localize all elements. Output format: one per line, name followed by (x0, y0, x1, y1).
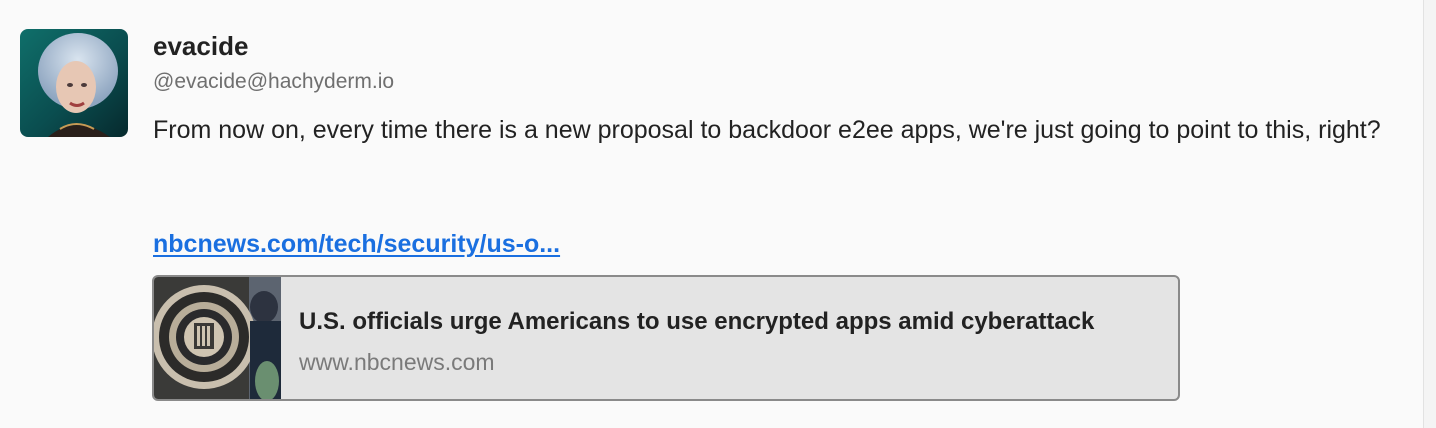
post-link[interactable]: nbcnews.com/tech/security/us-o... (153, 226, 560, 262)
status-post: evacide @evacide@hachyderm.io From now o… (0, 0, 1436, 428)
avatar[interactable] (20, 29, 128, 137)
author-display-name[interactable]: evacide (153, 30, 248, 62)
author-handle[interactable]: @evacide@hachyderm.io (153, 68, 394, 96)
scrollbar[interactable] (1423, 0, 1436, 428)
card-domain: www.nbcnews.com (299, 349, 495, 375)
post-text: From now on, every time there is a new p… (153, 116, 1381, 144)
avatar-image (20, 29, 128, 137)
card-title: U.S. officials urge Americans to use enc… (299, 308, 1095, 335)
link-preview-card[interactable]: U.S. officials urge Americans to use enc… (152, 275, 1180, 401)
fbi-seal-thumbnail-icon (154, 277, 281, 399)
